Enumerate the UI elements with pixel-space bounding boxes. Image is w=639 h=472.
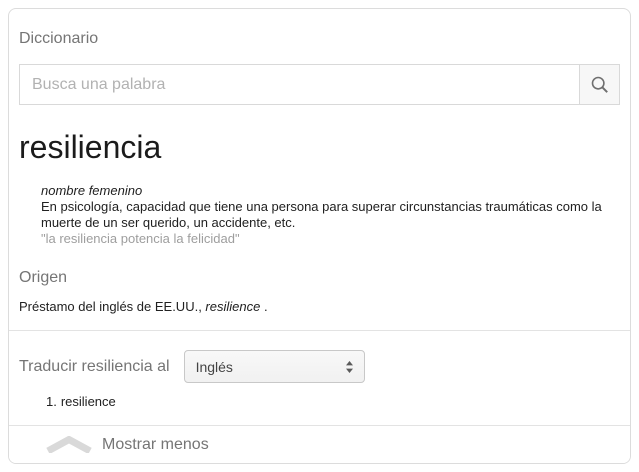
- language-select[interactable]: Inglés: [184, 350, 365, 383]
- translation-item: 1. resilience: [46, 394, 620, 410]
- origin-heading: Origen: [19, 268, 620, 287]
- translate-row: Traducir resiliencia al Inglés: [19, 350, 620, 383]
- search-bar: [19, 64, 620, 105]
- origin-text: Préstamo del inglés de EE.UU., resilienc…: [19, 299, 620, 315]
- example-quote: "la resiliencia potencia la felicidad": [41, 231, 620, 247]
- translate-section: Traducir resiliencia al Inglés 1. resilie…: [9, 331, 630, 410]
- chevron-up-icon: [46, 436, 92, 453]
- translation-list: 1. resilience: [19, 394, 620, 410]
- dictionary-card: Diccionario resiliencia nombre femenino …: [8, 8, 631, 464]
- definition-block: nombre femenino En psicología, capacidad…: [41, 183, 620, 247]
- page: Diccionario resiliencia nombre femenino …: [0, 0, 639, 472]
- headword: resiliencia: [19, 129, 620, 165]
- search-button[interactable]: [579, 64, 620, 105]
- widget-title: Diccionario: [19, 29, 620, 48]
- up-down-spinner-icon: [345, 360, 354, 374]
- origin-prefix: Préstamo del inglés de EE.UU.,: [19, 299, 205, 314]
- translate-label: Traducir resiliencia al: [19, 358, 170, 376]
- collapse-button[interactable]: Mostrar menos: [9, 425, 630, 463]
- collapse-label: Mostrar menos: [102, 436, 209, 454]
- translation-number: 1.: [46, 394, 57, 409]
- search-icon: [590, 75, 610, 95]
- search-input[interactable]: [19, 64, 580, 105]
- origin-suffix: .: [260, 299, 267, 314]
- translation-text: resilience: [61, 394, 116, 409]
- part-of-speech: nombre femenino: [41, 183, 620, 199]
- language-select-value: Inglés: [196, 359, 345, 375]
- dictionary-main: Diccionario resiliencia nombre femenino …: [9, 29, 630, 315]
- origin-loanword: resilience: [205, 299, 260, 314]
- definition-text: En psicología, capacidad que tiene una p…: [41, 199, 620, 231]
